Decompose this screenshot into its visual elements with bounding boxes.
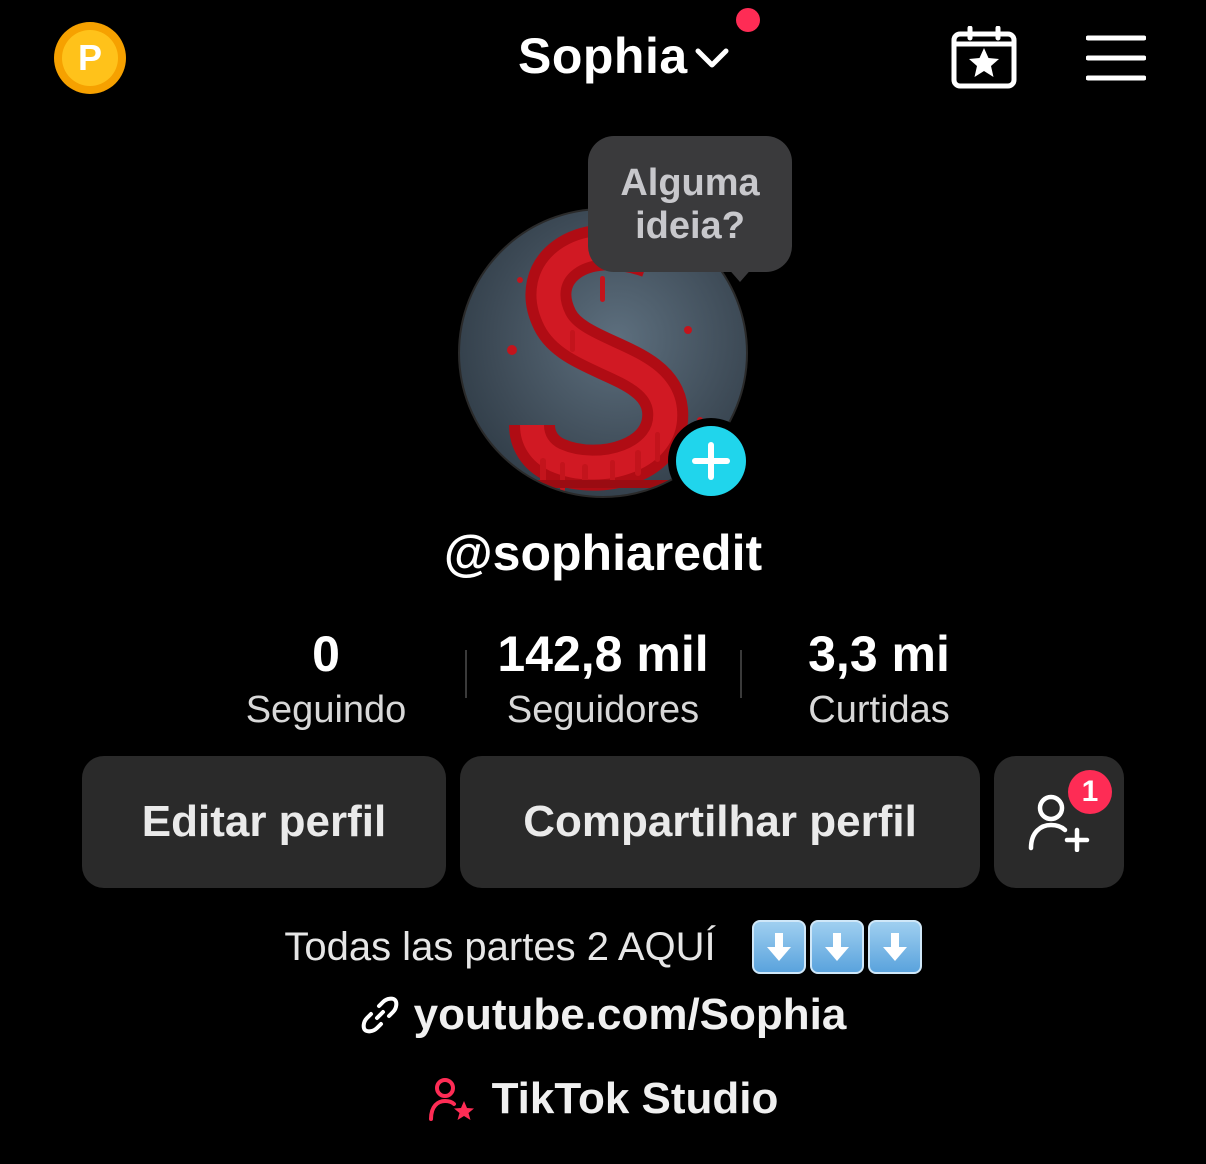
account-name: Sophia [518,28,688,84]
arrow-down-emoji-icon [809,920,864,974]
add-avatar-button[interactable] [668,418,754,504]
arrow-down-emoji-icon [751,920,806,974]
bio-text: Todas las partes 2 AQUÍ [284,924,716,969]
tiktok-studio-link[interactable]: TikTok Studio [0,1074,1206,1124]
share-profile-button[interactable]: Compartilhar perfil [460,756,980,888]
tooltip-line-1: Alguma [620,162,760,204]
menu-icon[interactable] [1086,34,1146,82]
stat-value: 142,8 mil [497,626,709,682]
bio: Todas las partes 2 AQUÍ [0,920,1206,974]
coin-icon: P [62,30,118,86]
stat-followers[interactable]: 142,8 mil Seguidores [472,624,734,736]
tooltip-tail [726,266,754,282]
studio-label: TikTok Studio [491,1074,779,1123]
stat-divider [740,650,742,698]
chevron-down-icon [695,48,729,68]
profile-screen: P Sophia Alguma ideia? @sophiaredit 0 Se… [0,0,1206,1164]
stat-label: Seguidores [506,689,700,731]
ideas-tooltip[interactable]: Alguma ideia? [588,136,792,272]
stat-divider [465,650,467,698]
notification-dot [736,8,760,32]
arrow-down-emojis [751,920,922,974]
bio-link[interactable]: youtube.com/Sophia [0,990,1206,1040]
stat-likes[interactable]: 3,3 mi Curtidas [768,624,990,736]
tooltip-line-2: ideia? [635,205,745,247]
arrow-down-emoji-icon [867,920,922,974]
friend-request-badge: 1 [1068,770,1112,814]
username: @sophiaredit [443,525,763,581]
link-text: youtube.com/Sophia [413,990,847,1039]
account-switcher[interactable]: Sophia [518,24,732,88]
stat-value: 0 [312,626,340,682]
link-icon [361,996,398,1034]
plus-icon [692,442,730,480]
stat-following[interactable]: 0 Seguindo [226,624,426,736]
stat-label: Seguindo [245,689,407,731]
stat-value: 3,3 mi [808,626,950,682]
calendar-star-icon[interactable] [950,26,1018,90]
creator-star-icon [428,1078,474,1121]
stat-label: Curtidas [808,689,950,731]
coin-button[interactable]: P [54,22,126,94]
edit-profile-button[interactable]: Editar perfil [82,756,446,888]
